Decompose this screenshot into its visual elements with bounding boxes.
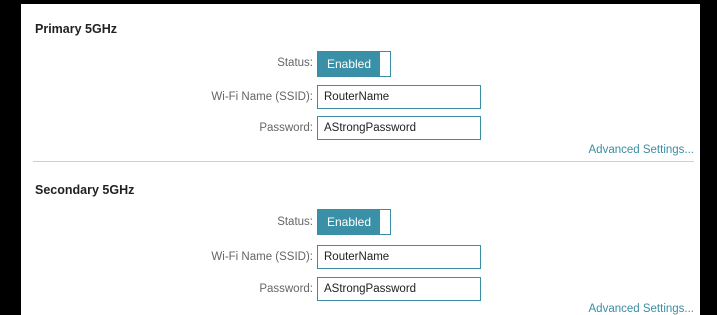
status-toggle[interactable]: Enabled: [317, 209, 391, 235]
password-label: Password:: [259, 122, 313, 134]
ssid-input[interactable]: [317, 245, 481, 269]
password-label: Password:: [259, 283, 313, 295]
ssid-label: Wi-Fi Name (SSID):: [211, 91, 313, 103]
ssid-input[interactable]: [317, 85, 481, 109]
toggle-knob: [380, 52, 390, 76]
ssid-label: Wi-Fi Name (SSID):: [211, 251, 313, 263]
advanced-settings-link[interactable]: Advanced Settings...: [589, 303, 694, 315]
password-input[interactable]: [317, 116, 481, 140]
password-input[interactable]: [317, 277, 481, 301]
window-frame-left: [0, 0, 21, 315]
toggle-knob: [380, 210, 390, 234]
section-divider: [33, 161, 694, 162]
status-label: Status:: [277, 57, 313, 69]
status-toggle-value: Enabled: [318, 210, 380, 234]
status-toggle-value: Enabled: [318, 52, 380, 76]
section-title: Primary 5GHz: [35, 22, 117, 36]
status-toggle[interactable]: Enabled: [317, 51, 391, 77]
advanced-settings-link[interactable]: Advanced Settings...: [589, 144, 694, 156]
window-frame-right: [700, 0, 717, 315]
section-title: Secondary 5GHz: [35, 183, 135, 197]
status-label: Status:: [277, 216, 313, 228]
wireless-settings-panel: Primary 5GHz Status: Enabled Wi-Fi Name …: [21, 4, 700, 315]
